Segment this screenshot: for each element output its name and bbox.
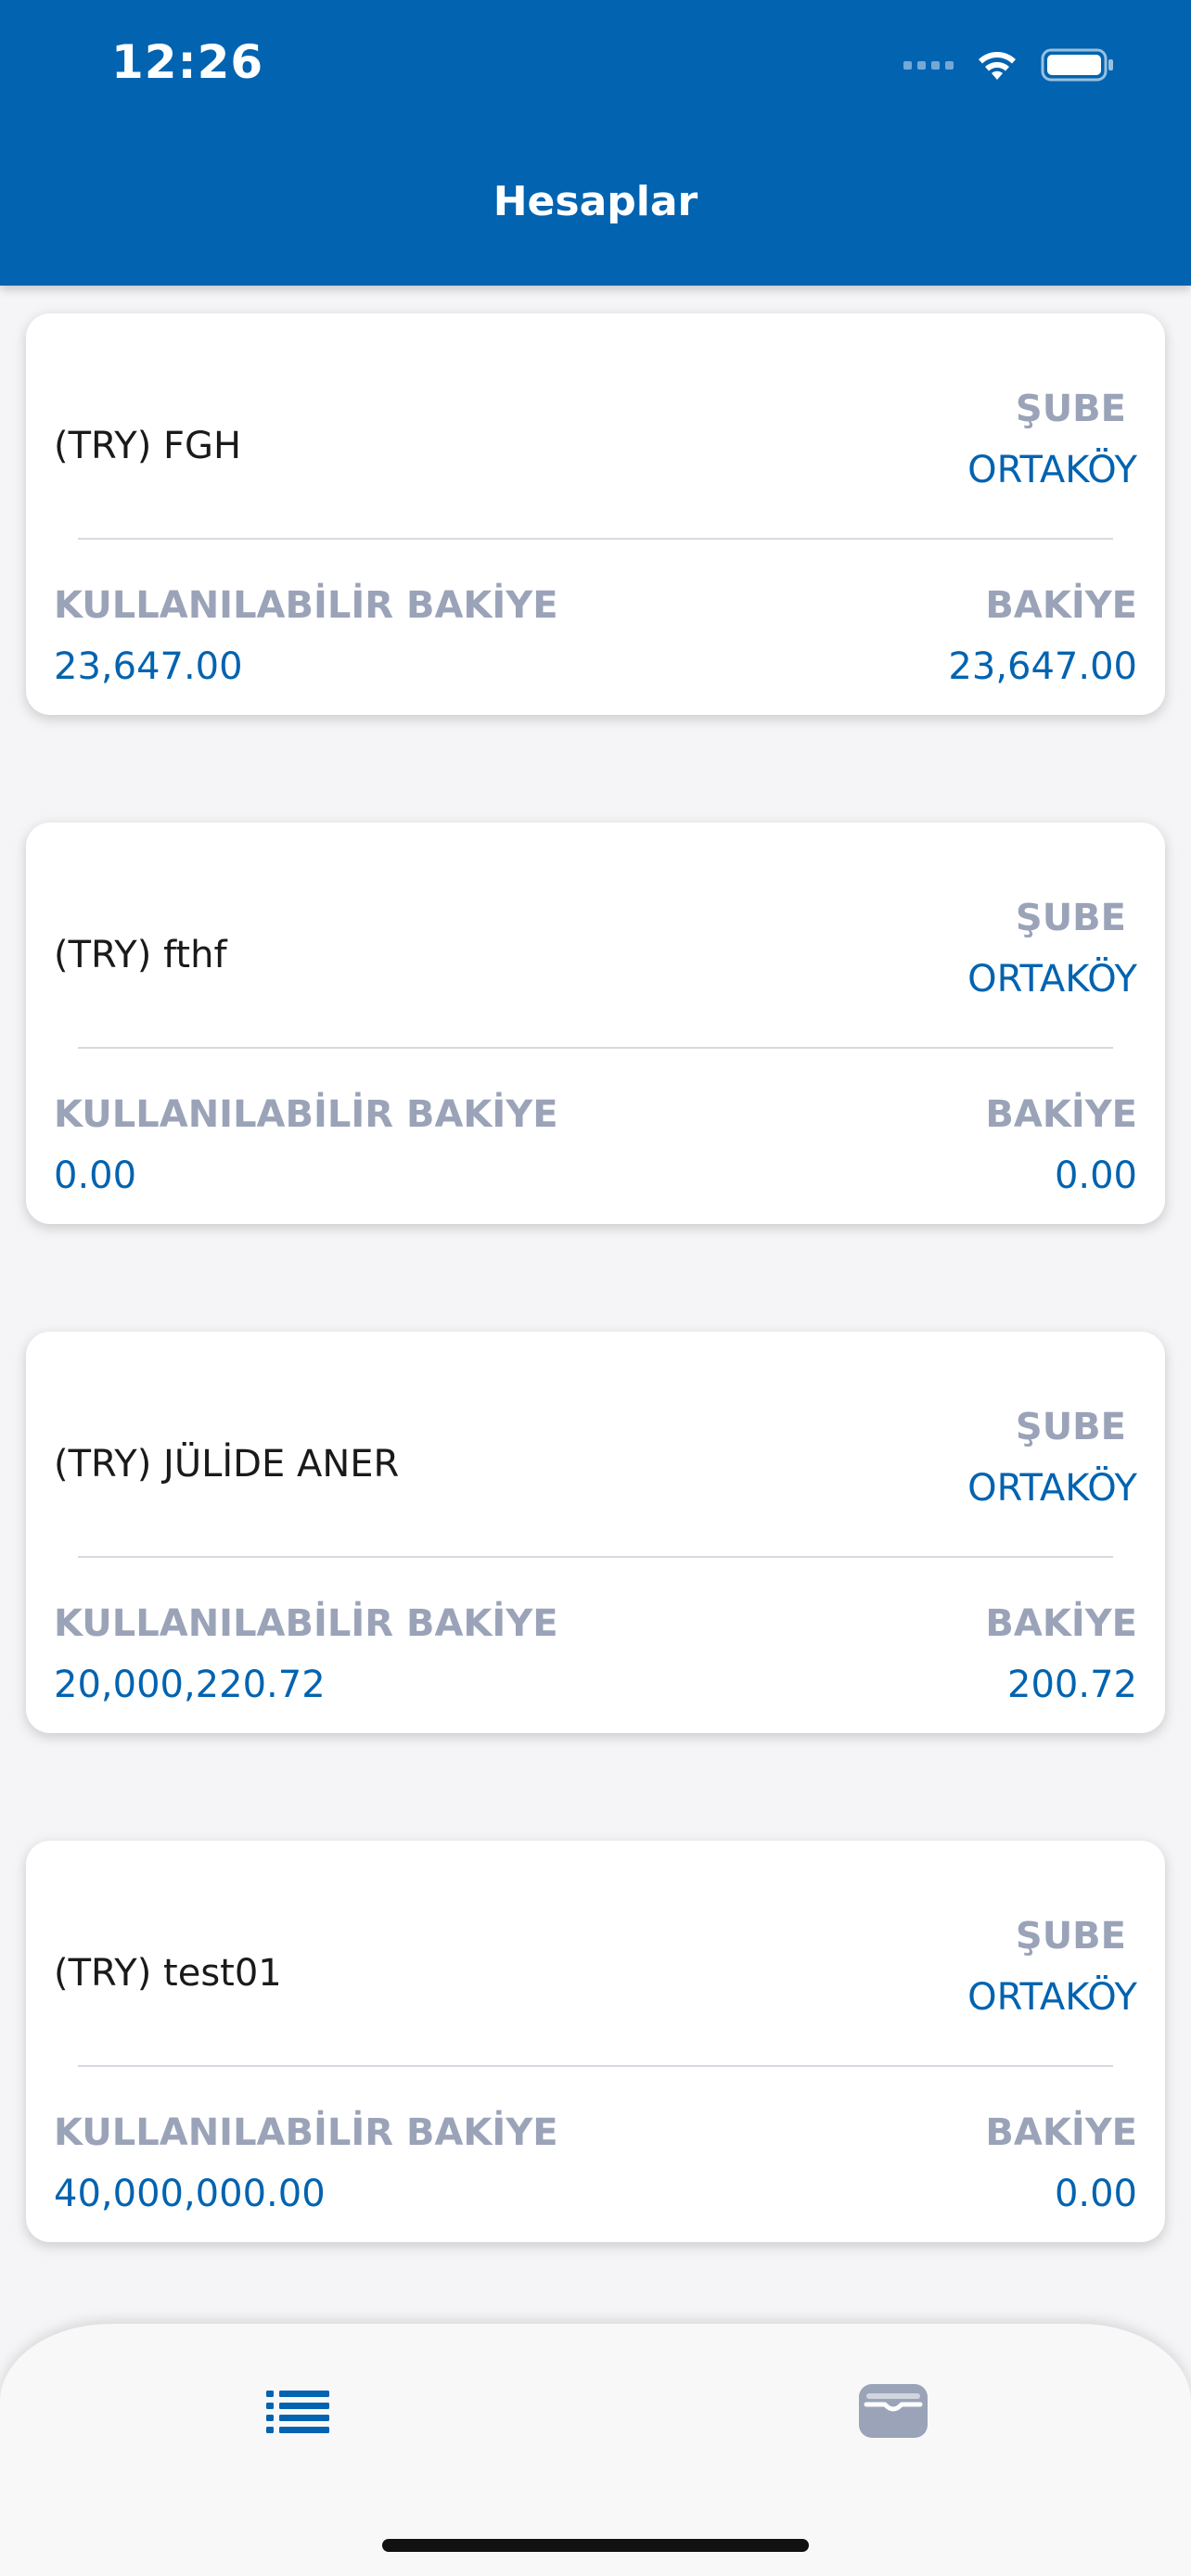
available-balance-value: 23,647.00 (54, 645, 243, 688)
available-balance-label: KULLANILABİLİR BAKİYE (54, 2111, 558, 2154)
balance-value: 23,647.00 (948, 645, 1137, 688)
balance-label: BAKİYE (985, 2111, 1137, 2154)
card-divider (78, 2065, 1113, 2067)
account-card[interactable]: (TRY) JÜLİDE ANER ŞUBE ORTAKÖY KULLANILA… (26, 1332, 1165, 1733)
balance-label: BAKİYE (985, 1093, 1137, 1136)
branch-label: ŞUBE (1015, 1915, 1126, 1958)
status-bar-icons (903, 43, 1115, 87)
balance-value: 200.72 (1007, 1664, 1137, 1706)
card-divider (78, 1047, 1113, 1049)
wifi-icon (979, 52, 1016, 80)
available-balance-label: KULLANILABİLİR BAKİYE (54, 584, 558, 627)
account-name: (TRY) JÜLİDE ANER (54, 1443, 400, 1486)
branch-value: ORTAKÖY (967, 449, 1137, 491)
branch-value: ORTAKÖY (967, 1467, 1137, 1510)
balance-value: 0.00 (1054, 2173, 1137, 2215)
account-card[interactable]: (TRY) fthf ŞUBE ORTAKÖY KULLANILABİLİR B… (26, 823, 1165, 1224)
available-balance-value: 20,000,220.72 (54, 1664, 326, 1706)
cellular-signal-icon (903, 60, 954, 70)
account-name: (TRY) FGH (54, 425, 242, 467)
bottom-tab-bar (0, 2324, 1191, 2576)
tab-accounts-list[interactable] (256, 2374, 339, 2448)
account-name: (TRY) test01 (54, 1952, 282, 1995)
account-card[interactable]: (TRY) test01 ŞUBE ORTAKÖY KULLANILABİLİR… (26, 1841, 1165, 2242)
app-header: 12:26 Hesaplar (0, 0, 1191, 286)
available-balance-value: 0.00 (54, 1154, 137, 1197)
home-indicator[interactable] (382, 2539, 809, 2552)
balance-value: 0.00 (1054, 1154, 1137, 1197)
branch-value: ORTAKÖY (967, 958, 1137, 1001)
page-title: Hesaplar (493, 178, 698, 225)
card-divider (78, 538, 1113, 540)
available-balance-value: 40,000,000.00 (54, 2173, 326, 2215)
branch-label: ŞUBE (1015, 1406, 1126, 1448)
balance-label: BAKİYE (985, 1602, 1137, 1645)
card-divider (78, 1556, 1113, 1558)
balance-label: BAKİYE (985, 584, 1137, 627)
available-balance-label: KULLANILABİLİR BAKİYE (54, 1093, 558, 1136)
branch-label: ŞUBE (1015, 388, 1126, 430)
account-card[interactable]: (TRY) FGH ŞUBE ORTAKÖY KULLANILABİLİR BA… (26, 313, 1165, 715)
available-balance-label: KULLANILABİLİR BAKİYE (54, 1602, 558, 1645)
wallet-icon (859, 2384, 928, 2438)
branch-value: ORTAKÖY (967, 1976, 1137, 2019)
battery-icon (1041, 48, 1113, 82)
tab-wallet[interactable] (852, 2374, 935, 2448)
list-icon (266, 2391, 329, 2433)
status-bar-time: 12:26 (111, 35, 264, 89)
account-name: (TRY) fthf (54, 934, 227, 976)
branch-label: ŞUBE (1015, 897, 1126, 939)
